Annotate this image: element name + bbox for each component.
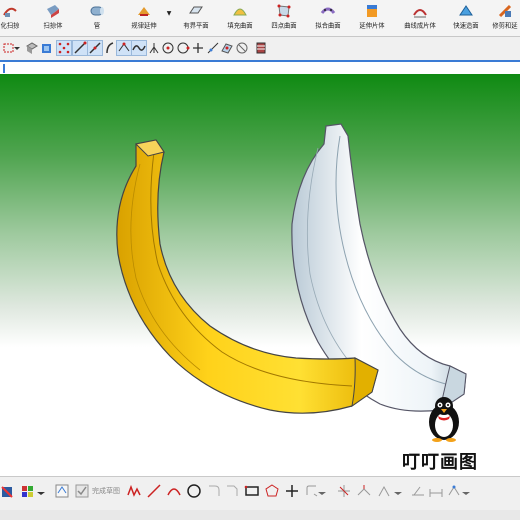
ribbon-label: 填充曲面 bbox=[227, 21, 253, 30]
sketch-palette-icon[interactable] bbox=[20, 483, 36, 499]
body-select-icon[interactable] bbox=[40, 41, 54, 55]
ribbon-bounded-plane-button[interactable]: 有界平面 bbox=[176, 0, 216, 36]
point-on-surface-icon[interactable] bbox=[220, 41, 234, 55]
fit-surface-icon bbox=[320, 3, 336, 19]
watermark-text: 叮叮画图 bbox=[402, 452, 478, 473]
circle-icon[interactable] bbox=[186, 483, 202, 499]
ribbon-label: 化扫掠 bbox=[0, 21, 20, 30]
ribbon: 化扫掠 扫掠体 管 规律延伸 ▼ 有界平面 填充曲面 四点曲面 拟合曲面 延伸片… bbox=[0, 0, 520, 36]
rectangle-icon[interactable] bbox=[244, 483, 260, 499]
ribbon-label: 有界平面 bbox=[183, 21, 209, 30]
trim-extend-icon bbox=[497, 3, 513, 19]
graphics-viewport[interactable] bbox=[0, 74, 520, 476]
ribbon-label: 四点曲面 bbox=[271, 21, 297, 30]
bounded-grid-icon[interactable] bbox=[235, 41, 249, 55]
ribbon-four-point-surface-button[interactable]: 四点曲面 bbox=[264, 0, 304, 36]
chamfer-icon[interactable] bbox=[224, 483, 240, 499]
ribbon-variational-sweep-button[interactable]: 化扫掠 bbox=[0, 0, 26, 36]
quick-extend-icon[interactable] bbox=[356, 483, 372, 499]
ribbon-label: 管 bbox=[93, 21, 101, 30]
ribbon-label: 拟合曲面 bbox=[315, 21, 341, 30]
ribbon-label: 延伸片体 bbox=[359, 21, 385, 30]
ribbon-label: 规律延伸 bbox=[131, 21, 157, 30]
ribbon-fill-surface-button[interactable]: 填充曲面 bbox=[220, 0, 260, 36]
chevron-down-icon[interactable] bbox=[14, 41, 20, 55]
fill-surface-icon bbox=[232, 3, 248, 19]
chevron-down-icon[interactable] bbox=[462, 483, 470, 499]
variational-sweep-icon bbox=[2, 3, 18, 19]
tab-marker bbox=[3, 64, 5, 73]
geometric-constraint-icon[interactable] bbox=[410, 483, 426, 499]
circle-center-icon[interactable] bbox=[161, 41, 175, 55]
line-icon[interactable] bbox=[146, 483, 162, 499]
finish-sketch-icon[interactable] bbox=[74, 483, 90, 499]
bounded-plane-icon bbox=[188, 3, 204, 19]
arc-center-icon[interactable] bbox=[147, 41, 161, 55]
curve-to-sheet-icon bbox=[412, 3, 428, 19]
chevron-down-icon: ▼ bbox=[166, 10, 172, 17]
point-on-curve-icon[interactable] bbox=[206, 41, 220, 55]
sweep-body-icon bbox=[45, 3, 61, 19]
tube-icon bbox=[89, 3, 105, 19]
ribbon-trim-extend-button[interactable]: 修剪和延 bbox=[488, 0, 520, 36]
point-snap-icon[interactable] bbox=[56, 40, 72, 56]
layer-filter-icon[interactable] bbox=[254, 41, 268, 55]
polygon-icon[interactable] bbox=[264, 483, 280, 499]
law-extension-icon bbox=[136, 3, 152, 19]
existing-point-icon[interactable] bbox=[191, 41, 205, 55]
four-point-surface-icon bbox=[276, 3, 292, 19]
status-strip bbox=[0, 510, 520, 520]
finish-sketch-label[interactable]: 完成草图 bbox=[92, 486, 120, 496]
quick-trim-icon[interactable] bbox=[336, 483, 352, 499]
ribbon-quick-surface-button[interactable]: 快速造面 bbox=[446, 0, 486, 36]
fillet-icon[interactable] bbox=[206, 483, 222, 499]
make-corner-icon[interactable] bbox=[376, 483, 392, 499]
quadrant-point-icon[interactable] bbox=[176, 41, 190, 55]
quick-surface-icon bbox=[458, 3, 474, 19]
ribbon-sweep-body-button[interactable]: 扫掠体 bbox=[36, 0, 70, 36]
chevron-down-icon[interactable] bbox=[318, 483, 326, 499]
arc-icon[interactable] bbox=[166, 483, 182, 499]
end-point-icon[interactable] bbox=[72, 40, 88, 56]
sketch-orient-icon[interactable] bbox=[0, 483, 16, 499]
ribbon-curve-to-sheet-button[interactable]: 曲线成片体 bbox=[398, 0, 442, 36]
sketch-task-icon[interactable] bbox=[54, 483, 70, 499]
extend-sheet-icon bbox=[364, 3, 380, 19]
intersection-point-icon[interactable] bbox=[116, 40, 132, 56]
ribbon-label: 修剪和延 bbox=[492, 21, 518, 30]
chevron-down-icon[interactable] bbox=[37, 483, 45, 499]
profile-icon[interactable] bbox=[126, 483, 142, 499]
model-scene bbox=[116, 123, 467, 442]
ribbon-law-extension-button[interactable]: 规律延伸 bbox=[124, 0, 164, 36]
ribbon-label: 快速造面 bbox=[453, 21, 479, 30]
ribbon-label: 扫掠体 bbox=[43, 21, 63, 30]
solid-select-icon[interactable] bbox=[25, 41, 39, 55]
ribbon-extend-sheet-button[interactable]: 延伸片体 bbox=[352, 0, 392, 36]
mid-point-icon[interactable] bbox=[87, 40, 103, 56]
auto-constraint-icon[interactable] bbox=[446, 483, 462, 499]
ribbon-label: 曲线成片体 bbox=[404, 21, 436, 30]
selection-toolbar bbox=[0, 38, 520, 60]
ribbon-fit-surface-button[interactable]: 拟合曲面 bbox=[308, 0, 348, 36]
ribbon-divider bbox=[0, 36, 520, 37]
ribbon-tube-button[interactable]: 管 bbox=[80, 0, 114, 36]
ribbon-more-dropdown[interactable]: ▼ bbox=[165, 0, 173, 36]
chevron-down-icon[interactable] bbox=[394, 483, 402, 499]
dimension-constraint-icon[interactable] bbox=[428, 483, 444, 499]
curve-point-icon[interactable] bbox=[131, 40, 147, 56]
tab-strip bbox=[0, 60, 520, 74]
point-icon[interactable] bbox=[284, 483, 300, 499]
control-point-icon[interactable] bbox=[103, 41, 117, 55]
